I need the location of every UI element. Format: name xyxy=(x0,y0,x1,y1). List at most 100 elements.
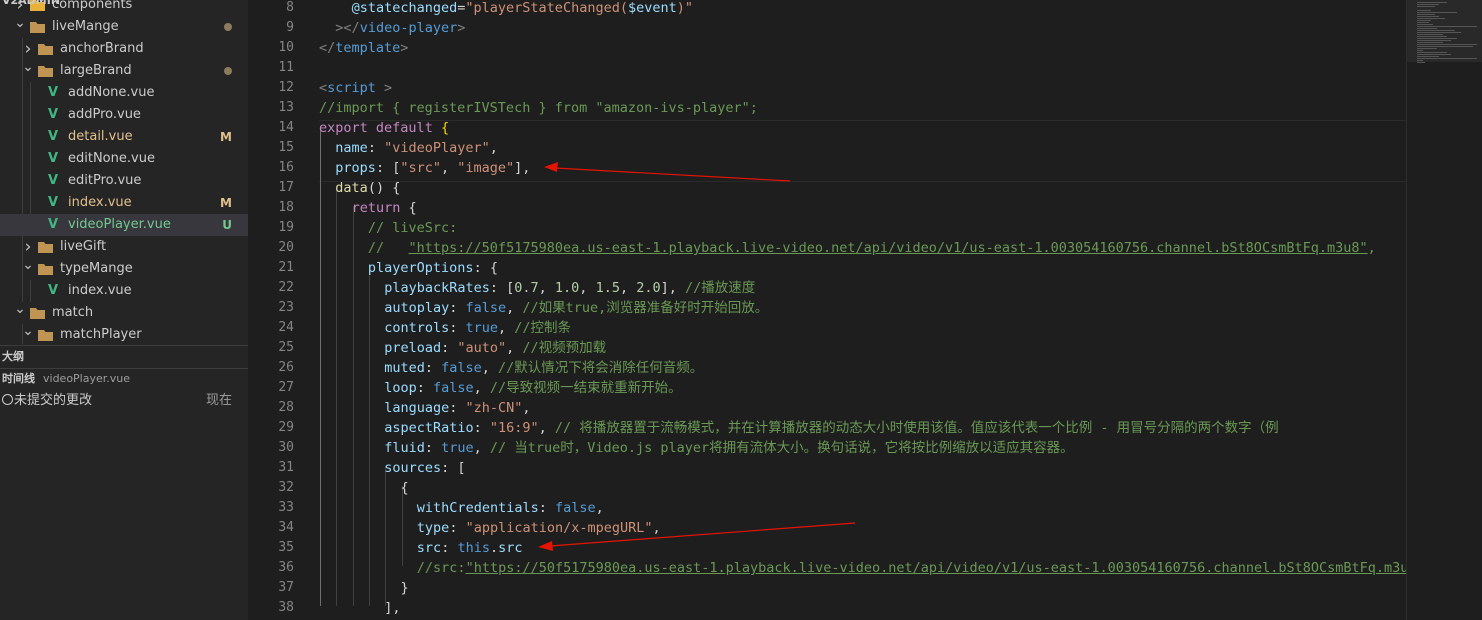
code-token: true xyxy=(441,440,474,456)
code-editor[interactable]: 8 9 10 11 12 13 14 15 16 17 18 19 20 21 22 23 24 25 26 27 28… xyxy=(248,0,1406,620)
line-number: 11 xyxy=(278,60,294,75)
code-token: , xyxy=(481,360,498,376)
code-token[interactable]: "https://50f5175980ea.us-east-1.playback… xyxy=(409,240,1368,256)
code-line: playbackRates: [0.7, 1.0, 1.5, 2.0], //播… xyxy=(384,278,755,298)
code-token: $event xyxy=(627,0,677,16)
chevron-down-icon[interactable]: ⌄ xyxy=(14,16,26,38)
vue-file-icon: V xyxy=(48,85,59,100)
chevron-right-icon[interactable]: › xyxy=(22,236,34,258)
code-token[interactable]: "https://50f5175980ea.us-east-1.playback… xyxy=(466,560,1406,576)
code-line: { xyxy=(401,478,409,498)
tree-folder[interactable]: ⌄ match xyxy=(0,302,248,324)
code-token: : xyxy=(473,420,490,436)
code-token: export xyxy=(319,120,368,136)
code-token: "image" xyxy=(457,160,515,176)
code-token: , xyxy=(489,140,498,156)
code-token: { xyxy=(400,200,417,216)
minimap-line xyxy=(1417,24,1433,25)
outline-header[interactable]: 大纲 xyxy=(0,348,24,366)
chevron-down-icon[interactable]: ⌄ xyxy=(14,302,26,324)
line-number: 25 xyxy=(278,340,294,355)
minimap-line xyxy=(1417,60,1423,61)
code-line: return { xyxy=(352,198,417,218)
code-token: default xyxy=(375,120,433,136)
indent-rail xyxy=(368,266,370,606)
line-number: 35 xyxy=(278,540,294,555)
code-token: // liveSrc: xyxy=(367,220,458,236)
minimap-line xyxy=(1417,2,1447,3)
tree-file[interactable]: VvideoPlayer.vue U xyxy=(0,214,248,236)
tree-item-label: editPro.vue xyxy=(68,173,142,188)
chevron-down-icon[interactable]: ⌄ xyxy=(22,60,34,82)
code-token: , xyxy=(579,280,596,296)
minimap-line xyxy=(1417,40,1451,41)
minimap[interactable] xyxy=(1406,0,1482,620)
code-line: ], xyxy=(384,598,400,618)
vue-file-icon: V xyxy=(48,129,59,144)
tree-folder[interactable]: ⌄ matchPlayer xyxy=(0,324,248,344)
indent-rail xyxy=(352,206,354,606)
file-tree[interactable]: › components ⌄ liveMange › anchorBrand ⌄ largeB… xyxy=(0,0,248,344)
minimap-line xyxy=(1417,42,1443,43)
code-token: fluid xyxy=(384,440,425,456)
vue-file-icon: V xyxy=(48,107,59,122)
code-token: 1.5 xyxy=(595,280,620,296)
timeline-title: 时间线 xyxy=(2,372,35,385)
code-token: , xyxy=(498,320,515,336)
tree-file[interactable]: VeditNone.vue xyxy=(0,148,248,170)
folder-open-icon xyxy=(30,308,45,319)
code-token: { xyxy=(440,120,450,136)
line-number: 28 xyxy=(278,400,294,415)
code-token: src xyxy=(416,540,442,556)
tree-folder[interactable]: ⌄ largeBrand xyxy=(0,60,248,82)
line-number: 16 xyxy=(278,160,294,175)
tree-file[interactable]: VaddNone.vue xyxy=(0,82,248,104)
line-number: 9 xyxy=(286,20,294,35)
code-token: "auto" xyxy=(457,340,507,356)
code-token: : [ xyxy=(441,460,466,476)
timeline-entry[interactable]: 未提交的更改 现在 xyxy=(0,390,248,412)
tree-folder[interactable]: › anchorBrand xyxy=(0,38,248,60)
tree-file[interactable]: VaddPro.vue xyxy=(0,104,248,126)
tree-folder[interactable]: › liveGift xyxy=(0,236,248,258)
indent-rail xyxy=(385,466,387,606)
code-token: data xyxy=(335,180,368,196)
code-token: < xyxy=(319,80,328,96)
code-token: language xyxy=(384,400,450,416)
code-token: "playerStateChanged( xyxy=(465,0,628,16)
line-number: 21 xyxy=(278,260,294,275)
tree-folder[interactable]: ⌄ liveMange xyxy=(0,16,248,38)
tree-file[interactable]: Vindex.vue xyxy=(0,280,248,302)
code-token: . xyxy=(489,540,499,556)
code-line: data() { xyxy=(335,178,400,198)
tree-folder[interactable]: ⌄ typeMange xyxy=(0,258,248,280)
vue-file-icon: V xyxy=(48,151,59,166)
tree-file[interactable]: Vdetail.vue M xyxy=(0,126,248,148)
workspace-title: V2ADMIN xyxy=(2,0,61,7)
code-token: @statechanged xyxy=(351,0,458,16)
code-token: "16:9" xyxy=(489,420,539,436)
code-token: 0.7 xyxy=(514,280,539,296)
minimap-line xyxy=(1417,12,1457,13)
code-area[interactable]: @statechanged="playerStateChanged($event… xyxy=(319,0,1406,620)
code-token: //播放速度 xyxy=(685,280,756,296)
git-status-badge: M xyxy=(220,196,232,210)
tree-file[interactable]: VeditPro.vue xyxy=(0,170,248,192)
code-line: src: this.src xyxy=(417,538,523,558)
code-line: autoplay: false, //如果true,浏览器准备好时开始回放。 xyxy=(384,298,768,318)
minimap-line xyxy=(1417,20,1431,21)
minimap-line xyxy=(1417,28,1437,29)
indent-rail xyxy=(401,486,403,566)
chevron-down-icon[interactable]: ⌄ xyxy=(22,258,34,280)
minimap-line xyxy=(1417,54,1451,55)
tree-file[interactable]: Vindex.vue M xyxy=(0,192,248,214)
line-number: 31 xyxy=(278,460,294,475)
minimap-line xyxy=(1417,50,1423,51)
code-token: 1.0 xyxy=(554,280,580,296)
code-line: withCredentials: false, xyxy=(417,498,604,518)
code-token: //如果true,浏览器准备好时开始回放。 xyxy=(522,300,769,316)
code-token: , xyxy=(473,380,490,396)
timeline-header[interactable]: 时间线 videoPlayer.vue xyxy=(0,370,130,388)
chevron-right-icon[interactable]: › xyxy=(22,38,34,60)
chevron-down-icon[interactable]: ⌄ xyxy=(22,324,34,344)
